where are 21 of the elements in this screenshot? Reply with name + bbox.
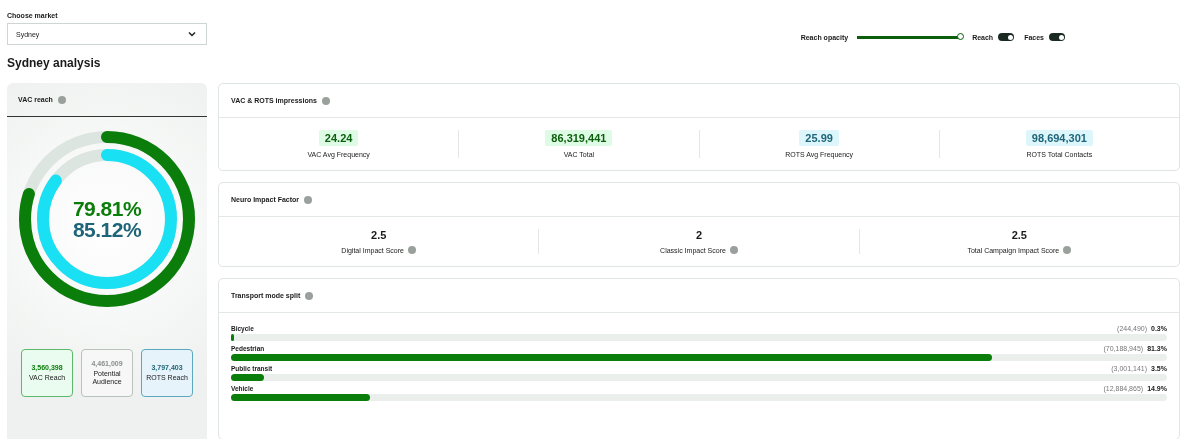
metric-value: 25.99 (799, 130, 839, 146)
score-value: 2 (695, 229, 703, 241)
help-icon[interactable] (304, 195, 313, 204)
help-icon[interactable] (1063, 246, 1072, 254)
help-icon[interactable] (321, 96, 330, 105)
toggle-switch[interactable] (1049, 33, 1065, 41)
metric-value: 86,319,441 (545, 130, 613, 146)
rots-percentage: 85.12% (72, 219, 142, 240)
section-heading: Sydney analysis (7, 56, 102, 70)
help-icon[interactable] (305, 291, 314, 300)
metric-value: 98,694,301 (1025, 130, 1093, 146)
metric-value: 24.24 (318, 130, 359, 146)
help-icon[interactable] (408, 246, 416, 254)
chevron-icon (188, 31, 196, 37)
score-value: 2.5 (371, 229, 387, 241)
opacity-slider[interactable] (857, 35, 962, 39)
score-value: 2.5 (1011, 229, 1027, 241)
help-icon[interactable] (57, 95, 66, 104)
help-icon[interactable] (729, 246, 738, 254)
toggle-switch[interactable] (998, 33, 1015, 41)
vac-percentage: 79.81% (72, 198, 142, 219)
